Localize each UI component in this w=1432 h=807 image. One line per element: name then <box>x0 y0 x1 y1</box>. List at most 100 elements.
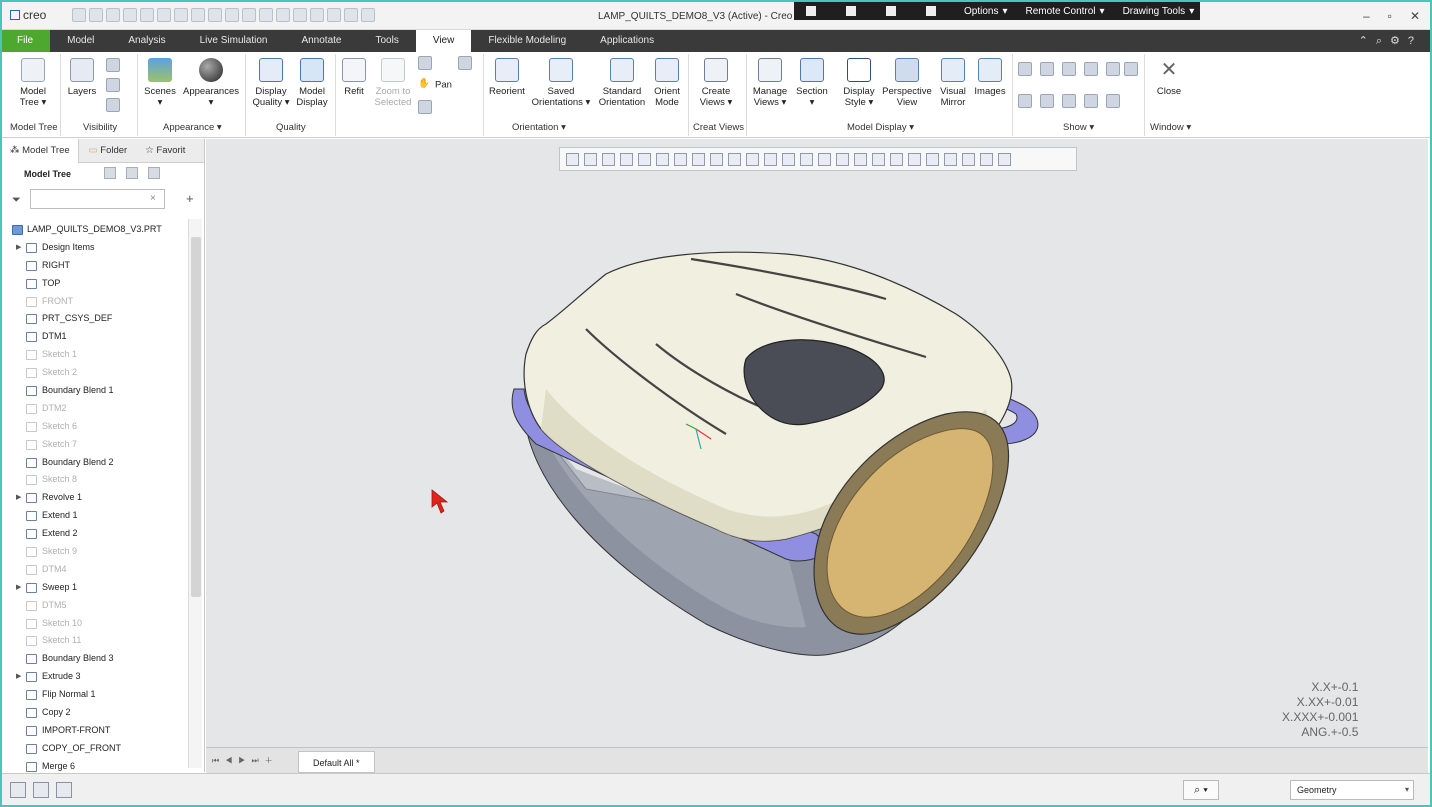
open-icon[interactable] <box>89 8 103 22</box>
model-tree-scrollbar[interactable] <box>188 219 202 768</box>
selection-filter-select[interactable]: Geometry ▾ <box>1290 780 1414 800</box>
tab-navigation-arrows[interactable]: ⏮◀▶⏭＋ <box>212 755 279 766</box>
tree-item[interactable]: Sketch 2 <box>0 364 188 382</box>
axis-tag-icon[interactable] <box>872 152 885 166</box>
3d-lamp-model[interactable] <box>486 229 1046 669</box>
refit-button[interactable]: Refit <box>340 58 368 97</box>
tree-item[interactable]: Boundary Blend 3 <box>0 650 188 668</box>
undo-icon[interactable] <box>191 8 205 22</box>
pause-icon[interactable] <box>886 6 896 16</box>
close-button[interactable]: ✕ Close <box>1152 58 1186 97</box>
close-icon[interactable]: ✕ <box>1410 9 1420 23</box>
point-tag-icon[interactable] <box>890 152 903 166</box>
expand-arrow-icon[interactable]: ▶ <box>16 489 21 507</box>
csys-display-icon[interactable] <box>836 152 849 166</box>
tree-item[interactable]: RIGHT <box>0 257 188 275</box>
search-icon[interactable]: ⌕ <box>1376 35 1390 47</box>
tab-folder[interactable]: ▭ Folder <box>79 139 136 163</box>
tab-applications[interactable]: Applications <box>583 30 671 52</box>
remote-options-menu[interactable]: Options <box>964 6 998 17</box>
tree-item[interactable]: DTM5 <box>0 597 188 615</box>
customize-toolbar-icon[interactable] <box>361 8 375 22</box>
filter-icon[interactable]: ⏷ <box>12 194 21 207</box>
tab-tools[interactable]: Tools <box>358 30 415 52</box>
zoom-window-icon[interactable] <box>458 56 472 70</box>
sketch-icon[interactable] <box>242 8 256 22</box>
tab-model-tree[interactable]: ⁂ Model Tree <box>0 139 79 163</box>
section-icon[interactable] <box>710 152 723 166</box>
appearance-icon[interactable] <box>746 152 759 166</box>
axis-display-icon[interactable] <box>800 152 813 166</box>
tree-item[interactable]: ▶ Extrude 3 <box>0 668 188 686</box>
help-icon[interactable]: ? <box>1408 35 1422 47</box>
show-icon[interactable] <box>106 78 120 92</box>
browser-toggle-icon[interactable] <box>33 782 49 798</box>
point-display-icon[interactable] <box>1062 62 1076 76</box>
3d-note-icon[interactable] <box>1106 94 1120 108</box>
repaint-icon[interactable] <box>620 152 633 166</box>
refit-icon[interactable] <box>566 152 579 166</box>
tree-item[interactable]: DTM2 <box>0 400 188 418</box>
open-recent-icon[interactable] <box>106 8 120 22</box>
plane-display-icon[interactable] <box>782 152 795 166</box>
save-as-icon[interactable] <box>140 8 154 22</box>
tab-flexible-modeling[interactable]: Flexible Modeling <box>471 30 583 52</box>
tree-item[interactable]: DTM4 <box>0 561 188 579</box>
create-views-button[interactable]: Create Views ▾ <box>694 58 738 108</box>
expand-arrow-icon[interactable]: ▶ <box>16 239 21 257</box>
tree-item[interactable]: Sketch 11 <box>0 632 188 650</box>
zoom-out-icon[interactable] <box>418 100 432 114</box>
tree-item[interactable]: ▶ Design Items <box>0 239 188 257</box>
close-window-icon[interactable] <box>344 8 358 22</box>
tree-item[interactable]: ▶ Sweep 1 <box>0 579 188 597</box>
point-display-icon[interactable] <box>818 152 831 166</box>
screen-icon[interactable] <box>926 6 936 16</box>
tree-item[interactable]: Boundary Blend 1 <box>0 382 188 400</box>
axis-tag-icon[interactable] <box>1040 94 1054 108</box>
view-manager-icon[interactable] <box>674 152 687 166</box>
tab-default-all[interactable]: Default All * <box>298 751 375 773</box>
stop-icon[interactable] <box>846 6 856 16</box>
minimize-icon[interactable]: – <box>1363 9 1370 23</box>
csys-tag-icon[interactable] <box>1084 94 1098 108</box>
spin-center-icon[interactable] <box>1106 62 1120 76</box>
tree-root-item[interactable]: LAMP_QUILTS_DEMO8_V3.PRT <box>0 221 188 239</box>
tree-item[interactable]: Copy 2 <box>0 704 188 722</box>
note-icon[interactable] <box>926 152 939 166</box>
reorient-button[interactable]: Reorient <box>486 58 528 97</box>
graphics-window[interactable]: X.X+-0.1 X.XX+-0.01 X.XXX+-0.001 ANG.+-0… <box>206 139 1428 747</box>
clear-search-icon[interactable]: × <box>150 193 156 204</box>
tree-item[interactable]: FRONT <box>0 293 188 311</box>
perspective-view-button[interactable]: Perspective View <box>881 58 933 108</box>
tab-file[interactable]: File <box>0 30 51 52</box>
spin-center-icon[interactable] <box>728 152 741 166</box>
status-icon[interactable] <box>106 98 120 112</box>
print-icon[interactable] <box>157 8 171 22</box>
tree-item[interactable]: Sketch 7 <box>0 436 188 454</box>
expand-arrow-icon[interactable]: ▶ <box>16 668 21 686</box>
appearances-button[interactable]: Appearances ▾ <box>182 58 240 108</box>
scenes-button[interactable]: Scenes ▾ <box>142 58 178 108</box>
scissors-icon[interactable] <box>944 152 957 166</box>
annotation-icon[interactable] <box>764 152 777 166</box>
tree-item[interactable]: IMPORT-FRONT <box>0 722 188 740</box>
warning-icon[interactable] <box>962 152 975 166</box>
axis-display-icon[interactable] <box>1040 62 1054 76</box>
standard-orientation-button[interactable]: Standard Orientation <box>598 58 646 108</box>
relations-icon[interactable] <box>276 8 290 22</box>
images-button[interactable]: Images <box>972 58 1008 97</box>
tree-item[interactable]: PRT_CSYS_DEF <box>0 310 188 328</box>
display-quality-button[interactable]: Display Quality ▾ <box>250 58 292 108</box>
plane-display-icon[interactable] <box>1018 62 1032 76</box>
toolbar-menu-icon[interactable] <box>998 152 1011 166</box>
tree-item[interactable]: Sketch 6 <box>0 418 188 436</box>
model-tree-search-input[interactable] <box>30 189 165 209</box>
tree-item[interactable]: ▶ Revolve 1 <box>0 489 188 507</box>
tree-item[interactable]: TOP <box>0 275 188 293</box>
tree-item[interactable]: COPY_OF_FRONT <box>0 740 188 758</box>
find-button[interactable]: ⌕ ▾ <box>1183 780 1219 800</box>
remote-control-menu[interactable]: Remote Control <box>1026 6 1096 17</box>
tree-item[interactable]: Sketch 1 <box>0 346 188 364</box>
tab-annotate[interactable]: Annotate <box>284 30 358 52</box>
grid-icon[interactable] <box>806 6 816 16</box>
